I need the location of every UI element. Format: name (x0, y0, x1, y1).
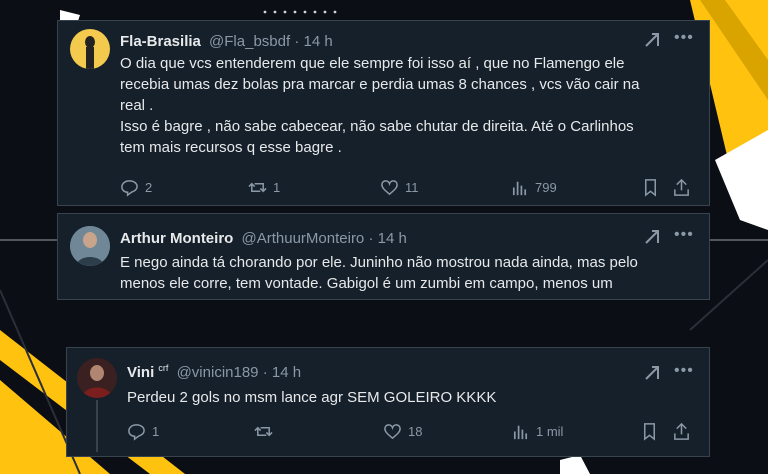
retweet-count: 1 (273, 180, 281, 195)
tweet-text: O dia que vcs entenderem que ele sempre … (120, 53, 700, 158)
tweet-text: E nego ainda tá chorando por ele. Juninh… (120, 252, 700, 294)
bookmark-button[interactable] (641, 178, 660, 197)
bookmark-icon (643, 423, 656, 441)
tweet-actions: 1 18 1 mil (127, 422, 697, 444)
separator-dot: · (262, 364, 268, 381)
avatar[interactable] (70, 226, 110, 266)
view-count: 1 mil (536, 424, 564, 439)
more-options-icon[interactable]: ••• (674, 29, 694, 47)
tweet-line: O dia que vcs entenderem que ele sempre … (120, 55, 625, 72)
reply-icon (128, 424, 145, 441)
grok-icon[interactable] (643, 364, 661, 387)
retweet-icon (248, 182, 267, 193)
avatar[interactable] (77, 358, 117, 398)
share-icon (674, 178, 689, 196)
tweet-line: E nego ainda tá chorando por ele. Juninh… (120, 254, 638, 271)
grok-icon[interactable] (643, 31, 661, 54)
tweet-line: Perdeu 2 gols no msm lance agr SEM GOLEI… (127, 389, 497, 406)
share-button[interactable] (672, 422, 691, 441)
views-button[interactable]: 1 mil (511, 422, 563, 441)
retweet-button[interactable]: 1 (248, 178, 280, 197)
reply-button[interactable]: 2 (120, 178, 152, 197)
retweet-icon (254, 426, 273, 437)
bookmark-button[interactable] (640, 422, 659, 441)
tweet-line: Isso é bagre , não sabe cabecear, não sa… (120, 118, 634, 135)
user-handle[interactable]: @vinicin189 (177, 364, 259, 381)
share-button[interactable] (672, 178, 691, 197)
more-options-icon[interactable]: ••• (674, 226, 694, 244)
separator-dot: · (368, 230, 374, 247)
like-count: 18 (408, 424, 423, 439)
tweet-header: Vini crf @vinicin189 · 14 h (127, 363, 301, 381)
thread-line (96, 400, 98, 452)
tweet-line: tem mais recursos q esse bagre . (120, 139, 342, 156)
tweet-card[interactable]: Fla-Brasilia @Fla_bsbdf · 14 h ••• O dia… (57, 20, 710, 206)
tweet-time[interactable]: 14 h (304, 33, 333, 50)
tweet-actions: 2 1 11 799 (120, 178, 700, 200)
separator-dot: · (294, 33, 300, 50)
tweet-header: Arthur Monteiro @ArthuurMonteiro · 14 h (120, 230, 407, 247)
tweet-text: Perdeu 2 gols no msm lance agr SEM GOLEI… (127, 387, 697, 408)
display-name[interactable]: Fla-Brasilia (120, 33, 201, 50)
reply-icon (121, 180, 138, 197)
more-options-icon[interactable]: ••• (674, 362, 694, 380)
tweet-line: menos ele corre, tem vontade. Gabigol é … (120, 275, 613, 292)
tweet-card[interactable]: Vini crf @vinicin189 · 14 h ••• Perdeu 2… (66, 347, 710, 457)
tweet-line: recebia umas dez bolas pra marcar e perd… (120, 76, 640, 93)
reply-count: 2 (145, 180, 153, 195)
tweet-time[interactable]: 14 h (378, 230, 407, 247)
like-button[interactable]: 18 (383, 422, 422, 441)
user-handle[interactable]: @ArthuurMonteiro (242, 230, 365, 247)
reply-button[interactable]: 1 (127, 422, 159, 441)
avatar[interactable] (70, 29, 110, 69)
display-name[interactable]: Vini (127, 364, 154, 381)
view-count: 799 (535, 180, 557, 195)
user-handle[interactable]: @Fla_bsbdf (209, 33, 290, 50)
tweet-time[interactable]: 14 h (272, 364, 301, 381)
name-badge: crf (158, 363, 169, 373)
retweet-button[interactable] (254, 422, 279, 441)
grok-icon[interactable] (643, 228, 661, 251)
heart-icon (384, 424, 401, 440)
bookmark-icon (644, 179, 657, 197)
views-icon (512, 181, 527, 196)
share-icon (674, 422, 689, 440)
tweet-header: Fla-Brasilia @Fla_bsbdf · 14 h (120, 33, 333, 50)
tweet-line: real . (120, 97, 154, 114)
display-name[interactable]: Arthur Monteiro (120, 230, 233, 247)
heart-icon (381, 180, 398, 196)
like-button[interactable]: 11 (380, 178, 419, 197)
views-button[interactable]: 799 (510, 178, 557, 197)
like-count: 11 (405, 180, 419, 195)
reply-count: 1 (152, 424, 160, 439)
tweet-card[interactable]: Arthur Monteiro @ArthuurMonteiro · 14 h … (57, 213, 710, 300)
views-icon (513, 425, 528, 440)
